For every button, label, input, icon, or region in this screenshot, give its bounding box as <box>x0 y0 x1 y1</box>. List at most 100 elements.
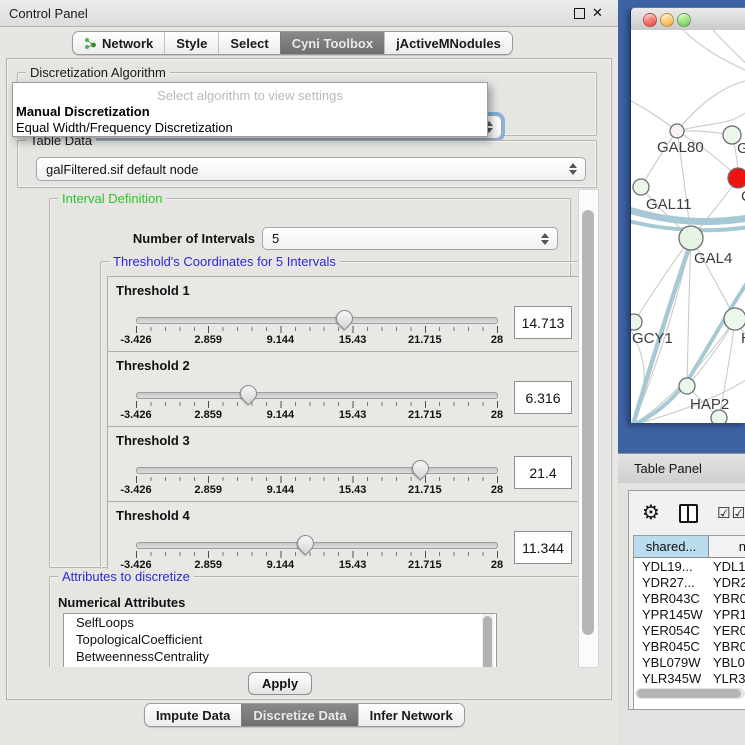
cell-name: YER0 <box>709 623 745 638</box>
tab-label: Style <box>176 36 207 51</box>
dropdown-placeholder-item[interactable]: Select algorithm to view settings <box>13 88 487 103</box>
thresholds-group: Threshold's Coordinates for 5 Intervals … <box>100 261 583 577</box>
scrollbar-thumb[interactable] <box>582 210 594 635</box>
table-panel-toolbar: ⚙ ☑☑ <box>629 491 745 535</box>
table-panel-titlebar: Table Panel <box>618 453 745 484</box>
column-header-shared-name[interactable]: shared... <box>634 536 709 558</box>
threshold-value-field[interactable]: 11.344 <box>514 531 572 564</box>
minimize-traffic-light-icon[interactable] <box>660 13 674 27</box>
tick-label: 15.43 <box>339 334 367 346</box>
gear-icon[interactable]: ⚙ <box>642 500 660 525</box>
cell-shared-name: YBL079W <box>634 655 709 670</box>
tab-label: Network <box>102 36 153 51</box>
network-node-label: GAL4 <box>694 250 732 267</box>
threshold-value-field[interactable]: 21.4 <box>514 456 572 489</box>
close-traffic-light-icon[interactable] <box>643 13 657 27</box>
stepper-arrows-icon <box>540 233 549 245</box>
network-node[interactable] <box>633 179 649 195</box>
slider-track[interactable] <box>136 392 498 399</box>
checkbox-icons[interactable]: ☑☑ <box>717 504 745 522</box>
threshold-label: Threshold 3 <box>116 433 190 448</box>
table-row[interactable]: YBR043CYBR0 <box>634 590 745 606</box>
stepper-arrows-icon <box>568 163 577 175</box>
threshold-label: Threshold 2 <box>116 358 190 373</box>
slider-tick-labels: -3.4262.8599.14415.4321.71528 <box>136 484 497 497</box>
tab-jactivemnodules[interactable]: jActiveMNodules <box>384 32 512 54</box>
tab-network[interactable]: Network <box>73 32 164 54</box>
attribute-list-item[interactable]: SelfLoops <box>64 614 496 631</box>
table-row[interactable]: YER054CYER0 <box>634 622 745 638</box>
tick-label: 28 <box>491 484 503 496</box>
table-horizontal-scrollbar[interactable] <box>635 688 745 699</box>
cell-shared-name: YDR27... <box>634 575 709 590</box>
tab-discretize-data[interactable]: Discretize Data <box>241 704 357 726</box>
network-edge <box>677 80 745 131</box>
float-window-icon[interactable] <box>574 8 585 19</box>
table-row[interactable]: YBR045CYBR0 <box>634 638 745 654</box>
slider-track[interactable] <box>136 542 498 549</box>
settings-scroll-area: Interval Definition Number of Intervals … <box>13 188 583 667</box>
tick-label: -3.426 <box>120 409 151 421</box>
attribute-list-item[interactable]: BetweennessCentrality <box>64 648 496 665</box>
scrollbar-thumb[interactable] <box>637 689 741 698</box>
tick-label: 28 <box>491 409 503 421</box>
number-of-intervals-combobox[interactable]: 5 <box>262 227 558 250</box>
table-row[interactable]: YBL079WYBL0 <box>634 654 745 670</box>
tick-label: 28 <box>491 334 503 346</box>
network-canvas[interactable]: GAL80GACGAL11GAL4GCY1HHAP2 <box>631 30 745 423</box>
dropdown-item-equal-width[interactable]: Equal Width/Frequency Discretization <box>16 120 233 135</box>
slider-track[interactable] <box>136 317 498 324</box>
tick-label: 28 <box>491 559 503 571</box>
table-row[interactable]: YDL19...YDL1 <box>634 558 745 574</box>
tab-label: Discretize Data <box>253 708 346 723</box>
network-node[interactable] <box>679 378 695 394</box>
tick-label: 9.144 <box>267 559 295 571</box>
network-node[interactable] <box>724 308 745 330</box>
network-node[interactable] <box>711 410 727 423</box>
table-header-row: shared... na <box>634 536 745 558</box>
tab-impute-data[interactable]: Impute Data <box>145 704 241 726</box>
slider-ticks <box>136 326 498 333</box>
close-icon[interactable]: ✕ <box>592 5 603 21</box>
columns-icon[interactable] <box>679 504 698 523</box>
tab-select[interactable]: Select <box>218 32 279 54</box>
dropdown-item-manual-discretization[interactable]: Manual Discretization <box>16 104 150 119</box>
tick-label: 2.859 <box>194 409 222 421</box>
tick-label: 21.715 <box>408 409 442 421</box>
tab-label: Select <box>230 36 268 51</box>
network-node[interactable] <box>631 314 642 330</box>
threshold-value-field[interactable]: 6.316 <box>514 381 572 414</box>
network-node-label: C <box>741 188 745 205</box>
control-panel-window: Control Panel ✕ Network Style Select Cyn… <box>0 0 618 745</box>
numerical-attributes-list[interactable]: SelfLoopsTopologicalCoefficientBetweenne… <box>63 613 497 667</box>
tab-infer-network[interactable]: Infer Network <box>358 704 464 726</box>
apply-button[interactable]: Apply <box>248 672 312 695</box>
slider-track[interactable] <box>136 467 498 474</box>
table-row[interactable]: YDR27...YDR2 <box>634 574 745 590</box>
threshold-value-field[interactable]: 14.713 <box>514 306 572 339</box>
cell-name: YBL0 <box>709 655 745 670</box>
tab-cyni-toolbox[interactable]: Cyni Toolbox <box>280 32 384 54</box>
settings-vertical-scrollbar[interactable] <box>578 189 599 668</box>
zoom-traffic-light-icon[interactable] <box>677 13 691 27</box>
network-edge <box>711 30 745 66</box>
network-node[interactable] <box>670 124 684 138</box>
table-data-combobox[interactable]: galFiltered.sif default node <box>36 157 586 181</box>
column-header-name[interactable]: na <box>709 536 745 558</box>
tab-label: Infer Network <box>370 708 453 723</box>
network-icon <box>84 37 97 50</box>
attributes-group: Attributes to discretize Numerical Attri… <box>49 576 582 667</box>
group-title: Discretization Algorithm <box>26 65 170 80</box>
attribute-list-item[interactable]: TopologicalCoefficient <box>64 631 496 648</box>
slider-ticks <box>136 476 498 483</box>
tab-style[interactable]: Style <box>164 32 218 54</box>
threshold-row: Threshold 2-3.4262.8599.14415.4321.71528… <box>107 351 583 427</box>
table-rows: YDL19...YDL1YDR27...YDR2YBR043CYBR0YPR14… <box>634 558 745 702</box>
slider-ticks <box>136 551 498 558</box>
table-row[interactable]: YPR145WYPR1 <box>634 606 745 622</box>
table-row[interactable]: YLR345WYLR3 <box>634 670 745 686</box>
network-node[interactable] <box>728 168 745 188</box>
network-node[interactable] <box>679 226 703 250</box>
tick-label: 9.144 <box>267 409 295 421</box>
attributes-scrollbar[interactable] <box>482 614 494 667</box>
